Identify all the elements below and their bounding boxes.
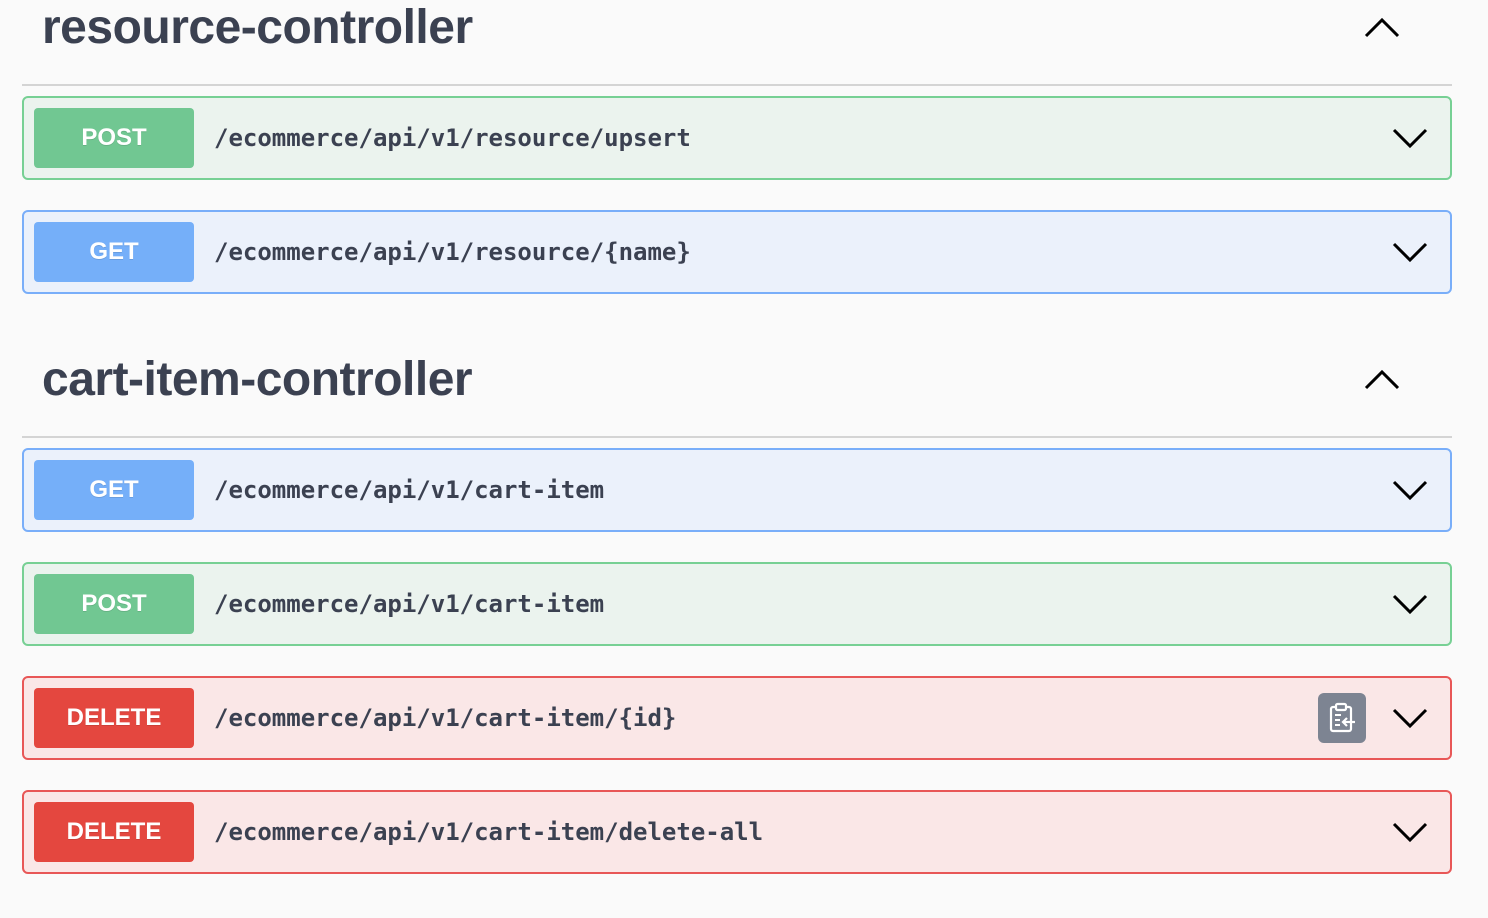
method-badge: DELETE	[34, 688, 194, 748]
operation-path: /ecommerce/api/v1/cart-item	[214, 476, 605, 504]
section-header[interactable]: resource-controller	[22, 0, 1452, 86]
chevron-up-icon[interactable]	[1362, 10, 1402, 44]
operation-path: /ecommerce/api/v1/cart-item/delete-all	[214, 818, 764, 846]
method-badge: DELETE	[34, 802, 194, 862]
chevron-down-icon[interactable]	[1390, 120, 1430, 154]
operation-delete-cart-item-all[interactable]: DELETE /ecommerce/api/v1/cart-item/delet…	[22, 790, 1452, 874]
chevron-down-icon[interactable]	[1390, 586, 1430, 620]
operation-post-cart-item[interactable]: POST /ecommerce/api/v1/cart-item	[22, 562, 1452, 646]
swagger-page: resource-controller POST /ecommerce/api/…	[0, 0, 1488, 918]
section-cart-item-controller: cart-item-controller GET /ecommerce/api/…	[22, 342, 1452, 904]
method-badge: GET	[34, 460, 194, 520]
operation-post-resource-upsert[interactable]: POST /ecommerce/api/v1/resource/upsert	[22, 96, 1452, 180]
operation-get-cart-item[interactable]: GET /ecommerce/api/v1/cart-item	[22, 448, 1452, 532]
section-title: cart-item-controller	[42, 353, 473, 406]
operation-delete-cart-item-id[interactable]: DELETE /ecommerce/api/v1/cart-item/{id}	[22, 676, 1452, 760]
operation-path: /ecommerce/api/v1/resource/upsert	[214, 124, 691, 152]
operation-path: /ecommerce/api/v1/cart-item	[214, 590, 605, 618]
chevron-down-icon[interactable]	[1390, 700, 1430, 734]
section-header[interactable]: cart-item-controller	[22, 342, 1452, 438]
method-badge: POST	[34, 574, 194, 634]
chevron-up-icon[interactable]	[1362, 362, 1402, 396]
operations-list: POST /ecommerce/api/v1/resource/upsert G…	[22, 96, 1452, 294]
operation-get-resource-name[interactable]: GET /ecommerce/api/v1/resource/{name}	[22, 210, 1452, 294]
operations-list: GET /ecommerce/api/v1/cart-item POST /ec…	[22, 448, 1452, 874]
chevron-down-icon[interactable]	[1390, 234, 1430, 268]
section-title: resource-controller	[42, 1, 473, 54]
operation-path: /ecommerce/api/v1/cart-item/{id}	[214, 704, 677, 732]
chevron-down-icon[interactable]	[1390, 472, 1430, 506]
method-badge: GET	[34, 222, 194, 282]
copy-to-clipboard-icon[interactable]	[1318, 693, 1366, 743]
chevron-down-icon[interactable]	[1390, 814, 1430, 848]
method-badge: POST	[34, 108, 194, 168]
section-resource-controller: resource-controller POST /ecommerce/api/…	[22, 0, 1452, 324]
operation-path: /ecommerce/api/v1/resource/{name}	[214, 238, 691, 266]
